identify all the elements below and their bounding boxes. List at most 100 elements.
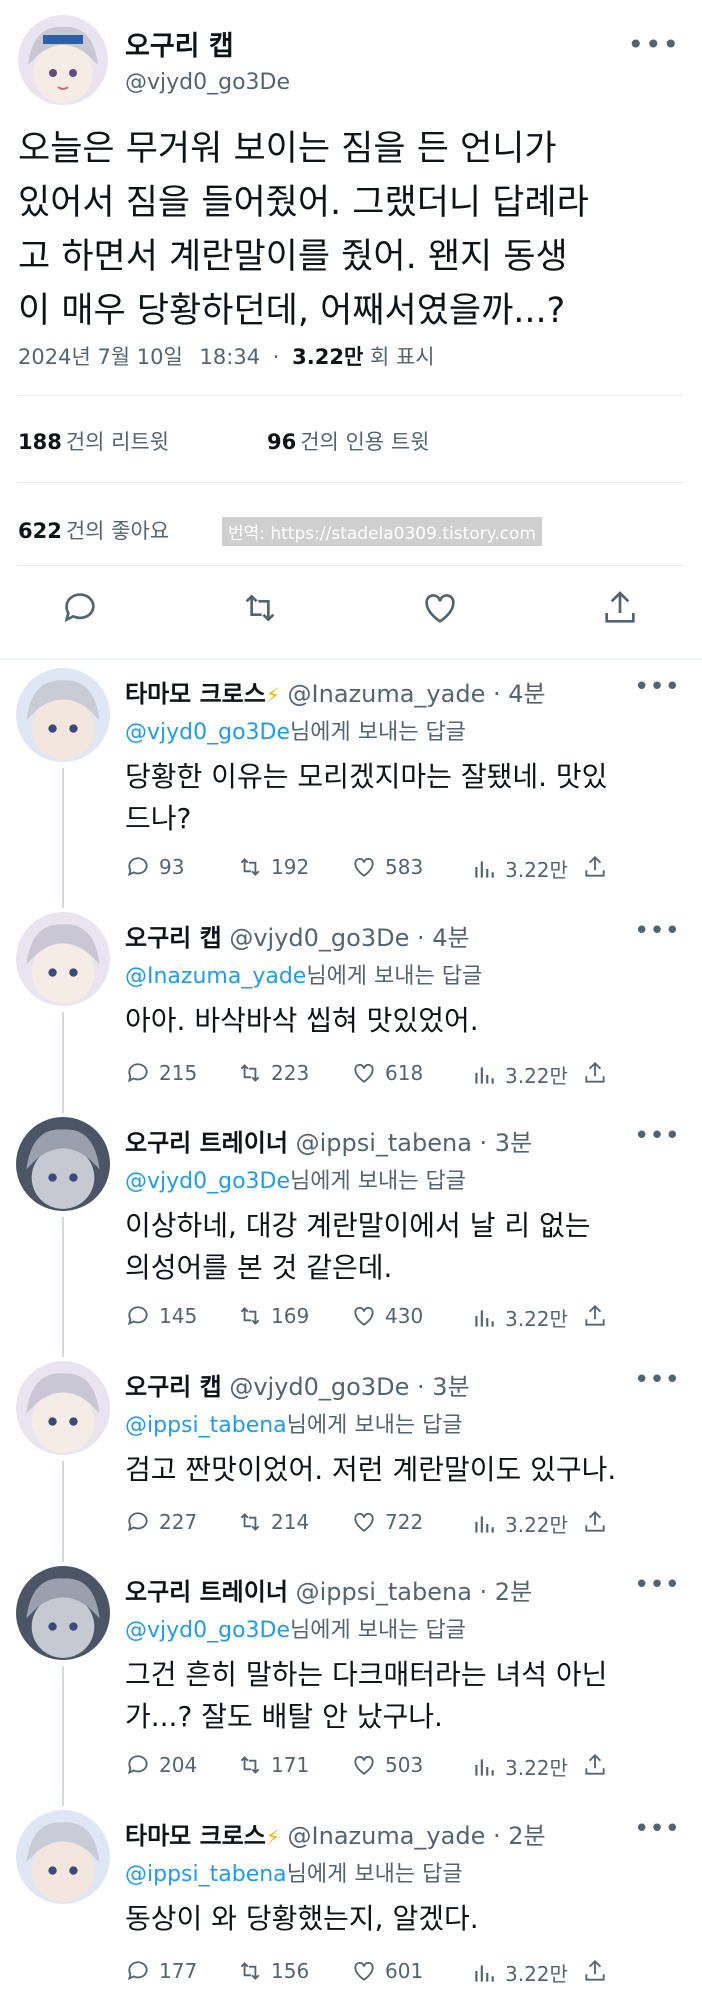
like-button[interactable]: 618 [351, 1060, 423, 1086]
retweet-button[interactable]: 214 [237, 1509, 309, 1535]
like-button[interactable]: 583 [351, 854, 423, 880]
display-name[interactable]: 오구리 트레이너 [125, 1129, 288, 1157]
views-button[interactable]: 3.22만 [471, 1752, 568, 1781]
views-button[interactable]: 3.22만 [471, 1303, 568, 1332]
replying-to-link[interactable]: @Inazuma_yade [125, 964, 306, 989]
user-handle[interactable]: @Inazuma_yade [288, 680, 486, 708]
reply-time[interactable]: · 4분 [417, 924, 470, 952]
reply-time[interactable]: · 2분 [493, 1822, 546, 1850]
avatar[interactable] [16, 912, 110, 1006]
tweet-views-label: 회 표시 [369, 345, 435, 369]
display-name[interactable]: 오구리 캡 [125, 24, 234, 63]
quote-count[interactable]: 96 건의 인용 트윗 [267, 426, 430, 456]
retweet-icon[interactable] [240, 588, 280, 628]
share-icon [582, 1958, 608, 1984]
reply-tweet[interactable]: 타마모 크로스⚡ @Inazuma_yade · 2분 ••• @ippsi_t… [0, 1810, 702, 2014]
more-dots-icon[interactable]: ••• [634, 916, 680, 946]
reply-button[interactable]: 177 [125, 1958, 197, 1984]
retweet-button[interactable]: 156 [237, 1958, 309, 1984]
retweet-count: 156 [271, 1959, 310, 1983]
reply-tweet[interactable]: 오구리 캡 @vjyd0_go3De · 3분 ••• @ippsi_taben… [0, 1361, 702, 1566]
display-name[interactable]: 타마모 크로스 [125, 1822, 266, 1850]
reply-time[interactable]: · 2분 [480, 1578, 533, 1606]
views-button[interactable]: 3.22만 [471, 1958, 568, 1987]
replying-to-link[interactable]: @ippsi_tabena [125, 1413, 287, 1438]
reply-button[interactable]: 93 [125, 854, 184, 880]
more-dots-icon[interactable]: ••• [634, 1121, 680, 1151]
like-count[interactable]: 622 건의 좋아요 [18, 515, 169, 545]
like-icon [351, 854, 377, 880]
retweet-count: 169 [271, 1304, 310, 1328]
share-button[interactable] [582, 1303, 608, 1329]
reply-tweet[interactable]: 타마모 크로스⚡ @Inazuma_yade · 4분 ••• @vjyd0_g… [0, 668, 702, 912]
reply-button[interactable]: 215 [125, 1060, 197, 1086]
display-name[interactable]: 오구리 캡 [125, 1373, 222, 1401]
share-button[interactable] [582, 1958, 608, 1984]
reply-time[interactable]: · 3분 [417, 1373, 470, 1401]
display-name[interactable]: 오구리 캡 [125, 924, 222, 952]
retweet-icon [237, 1509, 263, 1535]
more-dots-icon[interactable]: ••• [634, 1365, 680, 1395]
thread-line [62, 768, 64, 908]
avatar[interactable] [16, 1810, 110, 1904]
display-name[interactable]: 오구리 트레이너 [125, 1578, 288, 1606]
more-dots-icon[interactable]: ••• [634, 672, 680, 702]
user-handle[interactable]: @vjyd0_go3De [229, 924, 409, 952]
views-button[interactable]: 3.22만 [471, 1509, 568, 1538]
replying-to-link[interactable]: @vjyd0_go3De [125, 1618, 290, 1643]
share-button[interactable] [582, 1509, 608, 1535]
share-icon [582, 1303, 608, 1329]
more-dots-icon[interactable]: ••• [634, 1814, 680, 1844]
avatar[interactable] [18, 15, 108, 105]
share-button[interactable] [582, 1060, 608, 1086]
views-button[interactable]: 3.22만 [471, 854, 568, 883]
reply-time[interactable]: · 3분 [480, 1129, 533, 1157]
replying-to-link[interactable]: @vjyd0_go3De [125, 1169, 290, 1194]
reply-header: 타마모 크로스⚡ @Inazuma_yade · 2분 [125, 1816, 546, 1851]
divider [18, 482, 684, 483]
user-handle[interactable]: @vjyd0_go3De [125, 70, 290, 95]
reply-count: 93 [159, 855, 185, 879]
avatar[interactable] [16, 1566, 110, 1660]
like-icon[interactable] [420, 588, 460, 628]
tweet-date[interactable]: 2024년 7월 10일 [18, 345, 183, 369]
replying-to-link[interactable]: @ippsi_tabena [125, 1862, 287, 1887]
replying-to-link[interactable]: @vjyd0_go3De [125, 720, 290, 745]
avatar[interactable] [16, 1117, 110, 1211]
tweet-text: 오늘은 무거워 보이는 짐을 든 언니가 있어서 짐을 들어줬어. 그랬더니 답… [18, 129, 589, 331]
like-button[interactable]: 430 [351, 1303, 423, 1329]
like-button[interactable]: 722 [351, 1509, 423, 1535]
retweet-button[interactable]: 192 [237, 854, 309, 880]
more-dots-icon[interactable]: ••• [627, 28, 680, 61]
display-name[interactable]: 타마모 크로스 [125, 680, 266, 708]
share-button[interactable] [582, 854, 608, 880]
reply-button[interactable]: 204 [125, 1752, 197, 1778]
retweet-button[interactable]: 169 [237, 1303, 309, 1329]
reply-time[interactable]: · 4분 [493, 680, 546, 708]
user-handle[interactable]: @ippsi_tabena [296, 1578, 472, 1606]
reply-button[interactable]: 227 [125, 1509, 197, 1535]
lightning-badge-icon: ⚡ [265, 683, 280, 707]
avatar[interactable] [16, 1361, 110, 1455]
retweet-button[interactable]: 223 [237, 1060, 309, 1086]
reply-icon[interactable] [60, 588, 100, 628]
share-button[interactable] [582, 1752, 608, 1778]
like-count-label: 건의 좋아요 [65, 519, 170, 543]
reply-tweet[interactable]: 오구리 트레이너 @ippsi_tabena · 2분 ••• @vjyd0_g… [0, 1566, 702, 1810]
user-handle[interactable]: @ippsi_tabena [296, 1129, 472, 1157]
tweet-time[interactable]: 18:34 [200, 345, 261, 369]
more-dots-icon[interactable]: ••• [634, 1570, 680, 1600]
views-button[interactable]: 3.22만 [471, 1060, 568, 1089]
share-icon[interactable] [600, 588, 640, 628]
user-handle[interactable]: @Inazuma_yade [288, 1822, 486, 1850]
reply-button[interactable]: 145 [125, 1303, 197, 1329]
avatar[interactable] [16, 668, 110, 762]
like-button[interactable]: 601 [351, 1958, 423, 1984]
like-button[interactable]: 503 [351, 1752, 423, 1778]
user-handle[interactable]: @vjyd0_go3De [229, 1373, 409, 1401]
retweet-button[interactable]: 171 [237, 1752, 309, 1778]
reply-tweet[interactable]: 오구리 트레이너 @ippsi_tabena · 3분 ••• @vjyd0_g… [0, 1117, 702, 1361]
retweet-count: 214 [271, 1510, 310, 1534]
retweet-count[interactable]: 188 건의 리트윗 [18, 426, 169, 456]
reply-tweet[interactable]: 오구리 캡 @vjyd0_go3De · 4분 ••• @Inazuma_yad… [0, 912, 702, 1117]
